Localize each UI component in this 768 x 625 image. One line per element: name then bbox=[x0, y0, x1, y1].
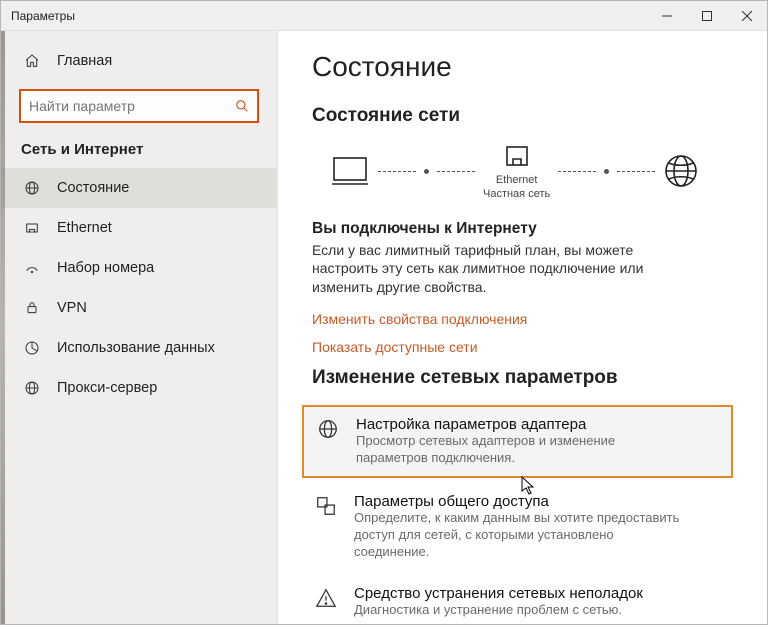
connection-dot bbox=[604, 169, 609, 174]
connection-dot bbox=[424, 169, 429, 174]
router-node: Ethernet Частная сеть bbox=[483, 141, 550, 202]
search-box[interactable] bbox=[19, 89, 259, 123]
ethernet-icon bbox=[23, 220, 41, 236]
page-title: Состояние bbox=[312, 51, 733, 83]
home-icon bbox=[23, 53, 41, 69]
accent-strip bbox=[1, 31, 5, 624]
connection-line bbox=[558, 171, 596, 172]
sidebar-item-data-usage[interactable]: Использование данных bbox=[1, 328, 277, 368]
link-change-connection-props[interactable]: Изменить свойства подключения bbox=[312, 311, 733, 327]
adapter-icon bbox=[314, 416, 342, 467]
nav-home[interactable]: Главная bbox=[1, 41, 277, 81]
sidebar-section: Сеть и Интернет bbox=[1, 137, 277, 168]
change-settings-heading: Изменение сетевых параметров bbox=[312, 367, 733, 389]
sharing-icon bbox=[312, 493, 340, 561]
sidebar-item-label: VPN bbox=[57, 300, 87, 316]
warning-icon bbox=[312, 585, 340, 619]
data-usage-icon bbox=[23, 340, 41, 356]
title-bar: Параметры bbox=[1, 1, 767, 31]
option-adapter-settings[interactable]: Настройка параметров адаптера Просмотр с… bbox=[302, 405, 733, 478]
sidebar-item-label: Использование данных bbox=[57, 340, 215, 356]
close-button[interactable] bbox=[727, 1, 767, 31]
sidebar-item-label: Ethernet bbox=[57, 220, 112, 236]
option-desc: Просмотр сетевых адаптеров и изменение п… bbox=[356, 433, 686, 467]
connection-line bbox=[617, 171, 655, 172]
network-diagram: Ethernet Частная сеть bbox=[330, 141, 733, 202]
option-title: Средство устранения сетевых неполадок bbox=[354, 585, 643, 602]
nav-home-label: Главная bbox=[57, 53, 112, 69]
sidebar-item-vpn[interactable]: VPN bbox=[1, 288, 277, 328]
computer-icon bbox=[330, 154, 370, 188]
option-desc: Определите, к каким данным вы хотите пре… bbox=[354, 510, 684, 561]
search-icon bbox=[227, 99, 257, 113]
maximize-button[interactable] bbox=[687, 1, 727, 31]
globe-icon bbox=[663, 153, 699, 189]
connection-line bbox=[378, 171, 416, 172]
search-input[interactable] bbox=[21, 98, 227, 114]
sidebar-item-label: Набор номера bbox=[57, 260, 154, 276]
vpn-icon bbox=[23, 300, 41, 316]
option-troubleshoot[interactable]: Средство устранения сетевых неполадок Ди… bbox=[302, 576, 733, 624]
minimize-button[interactable] bbox=[647, 1, 687, 31]
option-title: Параметры общего доступа bbox=[354, 493, 684, 510]
connection-line bbox=[437, 171, 475, 172]
sidebar: Главная Сеть и Интернет Состояние Et bbox=[1, 31, 278, 624]
sidebar-item-label: Прокси-сервер bbox=[57, 380, 157, 396]
option-sharing-settings[interactable]: Параметры общего доступа Определите, к к… bbox=[302, 484, 733, 570]
status-icon bbox=[23, 180, 41, 196]
sidebar-item-status[interactable]: Состояние bbox=[1, 168, 277, 208]
dialup-icon bbox=[23, 260, 41, 276]
connected-title: Вы подключены к Интернету bbox=[312, 220, 733, 238]
network-status-heading: Состояние сети bbox=[312, 105, 733, 127]
option-desc: Диагностика и устранение проблем с сетью… bbox=[354, 602, 643, 619]
connected-desc: Если у вас лимитный тарифный план, вы мо… bbox=[312, 241, 692, 298]
link-show-networks[interactable]: Показать доступные сети bbox=[312, 339, 733, 355]
router-icon bbox=[504, 141, 530, 171]
cursor-icon bbox=[521, 476, 535, 496]
window-title: Параметры bbox=[1, 9, 647, 23]
option-title: Настройка параметров адаптера bbox=[356, 416, 686, 433]
sidebar-item-proxy[interactable]: Прокси-сервер bbox=[1, 368, 277, 408]
router-sublabel: Частная сеть bbox=[483, 188, 550, 202]
sidebar-item-ethernet[interactable]: Ethernet bbox=[1, 208, 277, 248]
sidebar-item-label: Состояние bbox=[57, 180, 129, 196]
router-label: Ethernet bbox=[483, 174, 550, 188]
proxy-icon bbox=[23, 380, 41, 396]
sidebar-item-dialup[interactable]: Набор номера bbox=[1, 248, 277, 288]
main-content: Состояние Состояние сети Ethernet Частна… bbox=[278, 31, 767, 624]
